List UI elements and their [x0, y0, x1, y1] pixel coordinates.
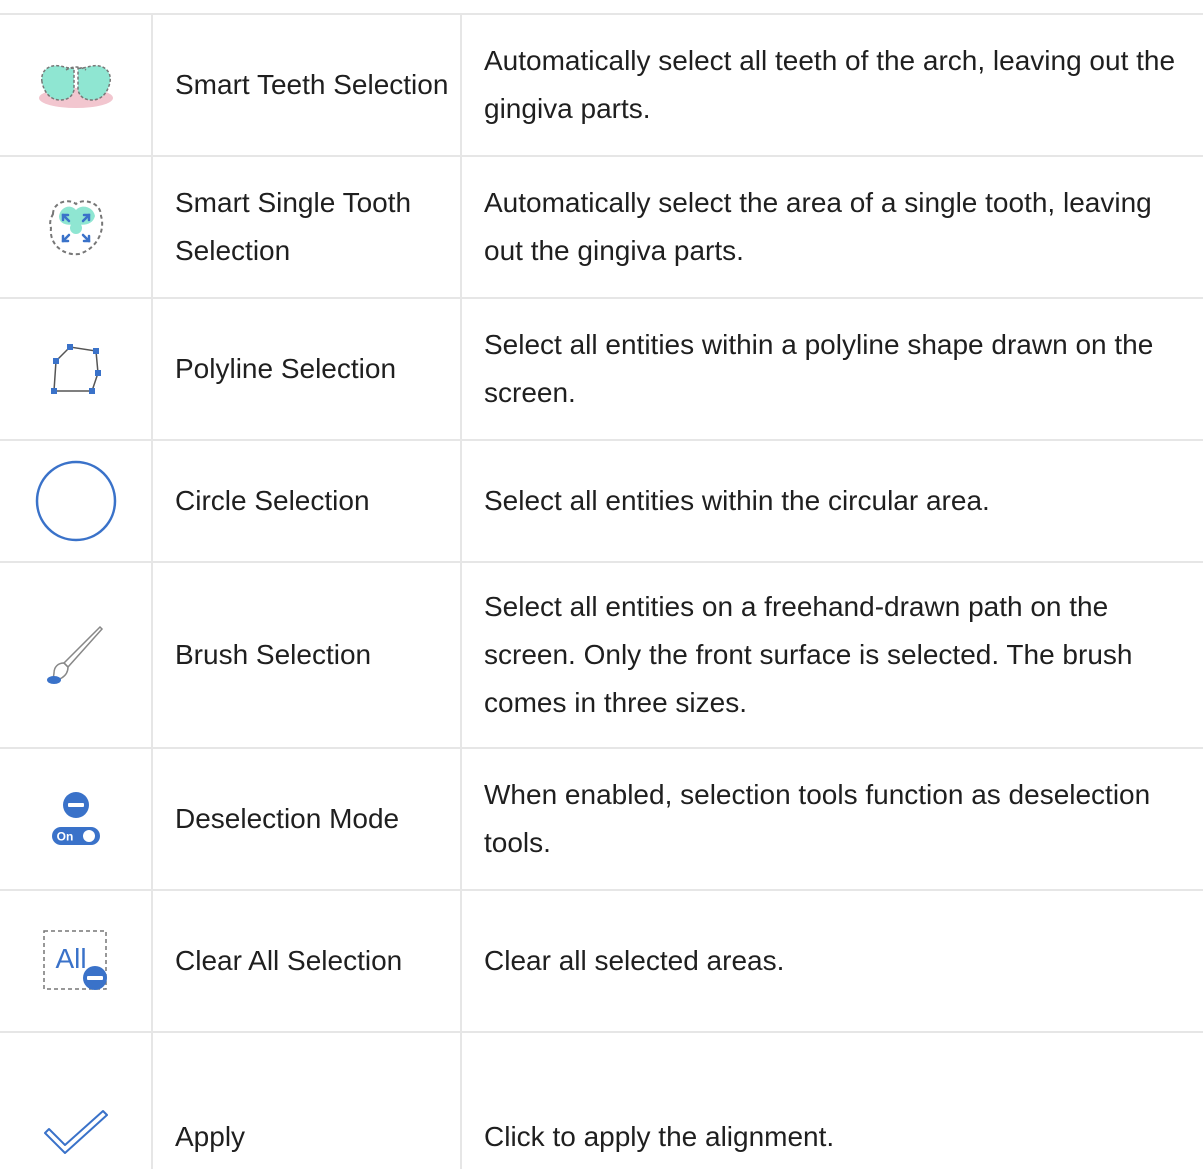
selection-tools-table: Smart Teeth Selection Automatically sele… — [0, 13, 1203, 1169]
table-row: Smart Teeth Selection Automatically sele… — [0, 13, 1203, 157]
icon-cell — [0, 155, 152, 299]
tool-description: Select all entities on a freehand-drawn … — [460, 561, 1203, 749]
table-row: Polyline Selection Select all entities w… — [0, 297, 1203, 441]
tool-name: Smart Teeth Selection — [151, 13, 461, 157]
table-row: Smart Single Tooth Selection Automatical… — [0, 155, 1203, 299]
deselection-mode-toggle-icon[interactable]: On — [49, 789, 103, 849]
brush-selection-icon[interactable] — [44, 623, 108, 687]
clear-all-selection-icon[interactable]: All — [41, 928, 111, 994]
apply-checkmark-icon[interactable] — [41, 1109, 111, 1159]
icon-cell — [0, 561, 152, 749]
table-row: Apply Click to apply the alignment. — [0, 1031, 1203, 1169]
tool-name: Smart Single Tooth Selection — [151, 155, 461, 299]
tool-description: Clear all selected areas. — [460, 889, 1203, 1033]
tool-name: Circle Selection — [151, 439, 461, 563]
icon-cell — [0, 439, 152, 563]
icon-cell — [0, 1031, 152, 1169]
tool-name: Deselection Mode — [151, 747, 461, 891]
table-row: Brush Selection Select all entities on a… — [0, 561, 1203, 749]
tool-description: Select all entities within the circular … — [460, 439, 1203, 563]
table-row: Circle Selection Select all entities wit… — [0, 439, 1203, 563]
table-row: All Clear All Selection Clear all select… — [0, 889, 1203, 1033]
toggle-on-label: On — [56, 830, 73, 844]
smart-teeth-selection-icon[interactable] — [36, 60, 116, 110]
icon-cell — [0, 297, 152, 441]
table-row: On Deselection Mode When enabled, select… — [0, 747, 1203, 891]
smart-single-tooth-selection-icon[interactable] — [43, 194, 109, 260]
tool-description: Automatically select the area of a singl… — [460, 155, 1203, 299]
icon-cell: On — [0, 747, 152, 891]
tool-description: Select all entities within a polyline sh… — [460, 297, 1203, 441]
tool-description: Automatically select all teeth of the ar… — [460, 13, 1203, 157]
tool-name: Brush Selection — [151, 561, 461, 749]
tool-description: Click to apply the alignment. — [460, 1031, 1203, 1169]
circle-selection-icon[interactable] — [34, 459, 118, 543]
polyline-selection-icon[interactable] — [46, 339, 106, 399]
icon-cell: All — [0, 889, 152, 1033]
icon-cell — [0, 13, 152, 157]
tool-description: When enabled, selection tools function a… — [460, 747, 1203, 891]
tool-name: Clear All Selection — [151, 889, 461, 1033]
clear-all-text: All — [55, 943, 86, 974]
tool-name: Apply — [151, 1031, 461, 1169]
tool-name: Polyline Selection — [151, 297, 461, 441]
